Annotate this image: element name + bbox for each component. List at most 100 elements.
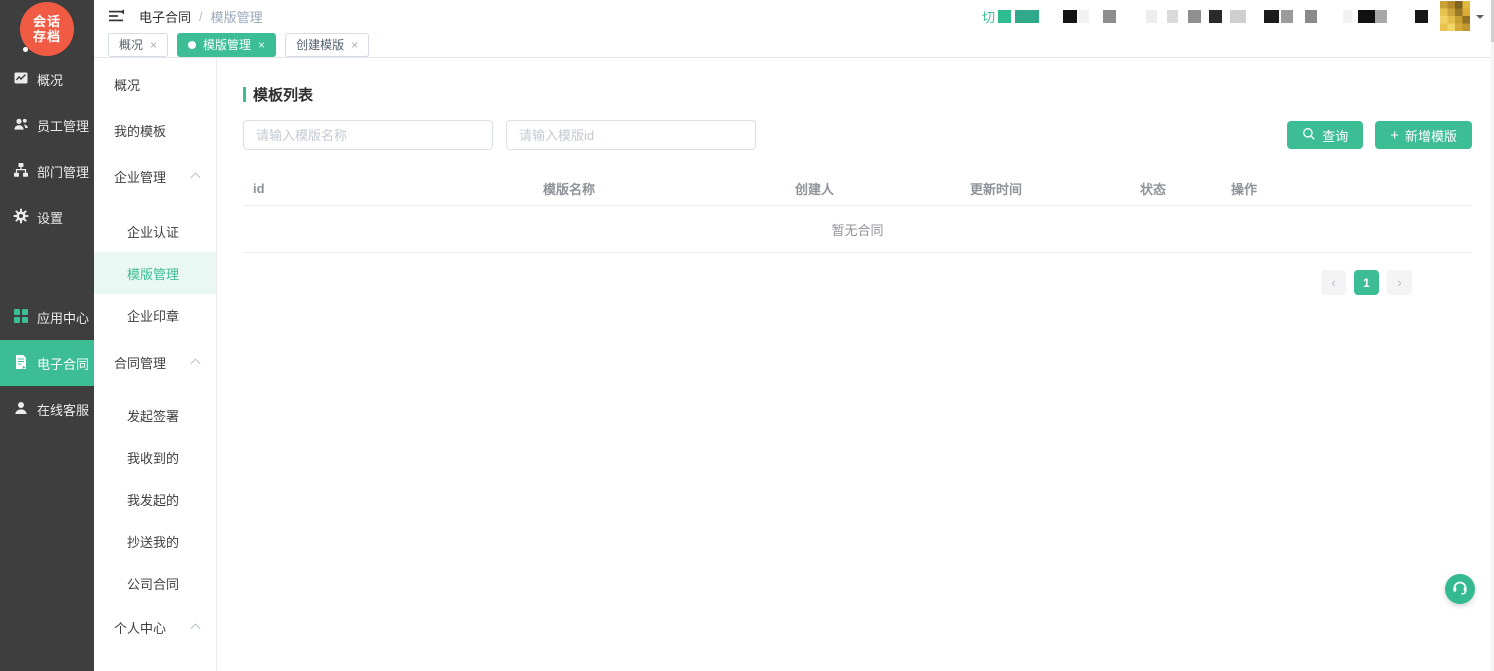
redacted-block (1209, 10, 1222, 23)
submenu-label: 合同管理 (114, 353, 166, 372)
query-button-label: 查询 (1322, 126, 1348, 145)
redacted-block (1358, 10, 1375, 23)
submenu-group-personal[interactable]: 个人中心 (94, 604, 216, 650)
close-icon[interactable]: × (351, 39, 358, 51)
close-icon[interactable]: × (258, 39, 265, 51)
template-id-input[interactable] (506, 120, 756, 150)
page-title: 模板列表 (243, 84, 1472, 105)
chevron-down-icon[interactable] (1476, 15, 1484, 23)
submenu-label: 发起签署 (127, 406, 179, 425)
chevron-up-icon (191, 358, 201, 368)
submenu-my-templates[interactable]: 我的模板 (94, 107, 216, 153)
top-header: 电子合同 / 模版管理 切 (94, 0, 1494, 32)
submenu-cc-me[interactable]: 抄送我的 (94, 520, 216, 562)
app-logo[interactable]: 会话 存档 (20, 2, 74, 56)
sidebar-item-e-contract[interactable]: 电子合同 (0, 340, 94, 386)
tab-label: 模版管理 (203, 36, 251, 53)
submenu-enterprise-auth[interactable]: 企业认证 (94, 210, 216, 252)
redacted-block (1281, 10, 1293, 23)
table-header-row: id 模版名称 创建人 更新时间 状态 操作 (243, 172, 1472, 206)
submenu-group-contract[interactable]: 合同管理 (94, 339, 216, 385)
active-dot (188, 41, 196, 49)
submenu-received[interactable]: 我收到的 (94, 436, 216, 478)
sidebar-item-app-center[interactable]: 应用中心 (0, 294, 94, 340)
submenu-label: 我发起的 (127, 490, 179, 509)
avatar[interactable] (1440, 1, 1470, 31)
template-table: id 模版名称 创建人 更新时间 状态 操作 暂无合同 (243, 172, 1472, 253)
tab-label: 创建模版 (296, 36, 344, 53)
person-icon (13, 400, 29, 419)
submenu-label: 企业管理 (114, 167, 166, 186)
submenu-company-contracts[interactable]: 公司合同 (94, 562, 216, 604)
filter-row: 查询 + 新增模版 (243, 120, 1472, 150)
search-icon (1302, 127, 1316, 144)
tab-template-management[interactable]: 模版管理 × (177, 33, 276, 57)
chart-icon (13, 70, 29, 89)
sidebar-item-departments[interactable]: 部门管理 (0, 148, 94, 194)
sidebar-item-label: 应用中心 (37, 308, 89, 327)
sidebar-item-settings[interactable]: 设置 (0, 194, 94, 240)
org-tree-icon (13, 162, 29, 181)
chevron-up-icon (191, 623, 201, 633)
customer-service-fab[interactable] (1445, 574, 1475, 604)
header-user-area: 切 (982, 1, 1484, 31)
redacted-block (1167, 10, 1178, 23)
sidebar-item-overview[interactable]: 概况 (0, 56, 94, 102)
submenu-label: 抄送我的 (127, 532, 179, 551)
submenu-label: 公司合同 (127, 574, 179, 593)
breadcrumb-current: 模版管理 (211, 7, 263, 26)
submenu-initiated[interactable]: 我发起的 (94, 478, 216, 520)
submenu-group-enterprise[interactable]: 企业管理 (94, 153, 216, 199)
redacted-block (1415, 10, 1428, 23)
headset-icon (1451, 578, 1469, 601)
breadcrumb-root[interactable]: 电子合同 (139, 7, 191, 26)
table-empty-state: 暂无合同 (243, 206, 1472, 253)
redacted-block (1103, 10, 1116, 23)
query-button[interactable]: 查询 (1287, 121, 1363, 149)
sidebar-item-online-service[interactable]: 在线客服 (0, 386, 94, 432)
sidebar-item-label: 在线客服 (37, 400, 89, 419)
tab-overview[interactable]: 概况 × (108, 33, 168, 57)
sidebar-item-label: 概况 (37, 70, 63, 89)
app-nav: 概况 员工管理 部门管理 设置 应用中心 电子合同 (0, 56, 94, 432)
sub-sidebar: 概况 我的模板 企业管理 企业认证 模版管理 企业印章 合同管理 发起签署 我收… (94, 58, 217, 671)
submenu-label: 我收到的 (127, 448, 179, 467)
title-accent-bar (243, 87, 246, 102)
grid-icon (13, 308, 29, 327)
app-sidebar: 会话 存档 概况 员工管理 部门管理 设置 应用中心 (0, 0, 94, 671)
tab-create-template[interactable]: 创建模版 × (285, 33, 369, 57)
redacted-block (1063, 10, 1077, 23)
add-template-label: 新增模版 (1405, 126, 1457, 145)
column-header-id: id (243, 181, 533, 196)
breadcrumb: 电子合同 / 模版管理 (139, 7, 263, 26)
add-template-button[interactable]: + 新增模版 (1375, 121, 1472, 149)
column-header-actions: 操作 (1221, 179, 1472, 198)
submenu-label: 模版管理 (127, 264, 179, 283)
sidebar-item-label: 部门管理 (37, 162, 89, 181)
main-content: 模板列表 查询 + 新增模版 id 模版名称 创建人 更新时间 (217, 58, 1494, 671)
column-header-update-time: 更新时间 (960, 179, 1130, 198)
menu-collapse-icon[interactable] (108, 8, 125, 24)
submenu-initiate-sign[interactable]: 发起签署 (94, 394, 216, 436)
redacted-block (1079, 10, 1089, 23)
sidebar-item-employees[interactable]: 员工管理 (0, 102, 94, 148)
redacted-block (1264, 10, 1279, 23)
pagination-page-1[interactable]: 1 (1354, 270, 1379, 295)
column-header-template-name: 模版名称 (533, 179, 785, 198)
submenu-label: 企业认证 (127, 222, 179, 241)
plus-icon: + (1390, 128, 1399, 143)
redacted-block (1343, 10, 1352, 23)
redacted-block (1305, 10, 1317, 23)
redacted-block (998, 10, 1011, 23)
pagination: ‹ 1 › (243, 270, 1472, 295)
pagination-prev-button[interactable]: ‹ (1321, 270, 1346, 295)
close-icon[interactable]: × (150, 39, 157, 51)
pagination-next-button[interactable]: › (1387, 270, 1412, 295)
submenu-overview[interactable]: 概况 (94, 61, 216, 107)
submenu-template-management[interactable]: 模版管理 (94, 252, 216, 294)
template-name-input[interactable] (243, 120, 493, 150)
redacted-action-text[interactable]: 切 (982, 7, 995, 26)
gear-icon (13, 208, 29, 227)
submenu-enterprise-seal[interactable]: 企业印章 (94, 294, 216, 336)
breadcrumb-separator: / (199, 9, 203, 24)
